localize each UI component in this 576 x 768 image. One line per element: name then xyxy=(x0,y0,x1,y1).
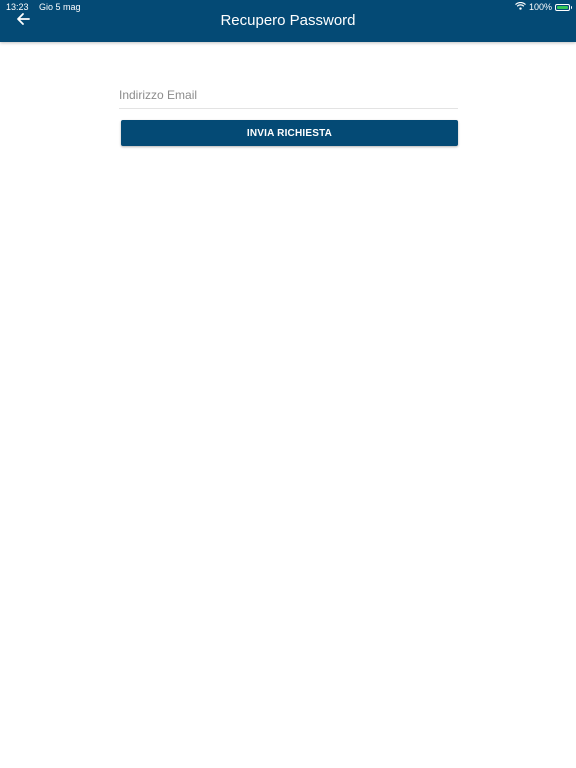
status-date: Gio 5 mag xyxy=(39,2,81,12)
battery-icon xyxy=(555,3,572,11)
app-root: 13:23 Gio 5 mag 100% Recupero Password I… xyxy=(0,0,576,768)
app-header: 13:23 Gio 5 mag 100% Recupero Password xyxy=(0,0,576,42)
email-field[interactable] xyxy=(119,82,458,109)
battery-level-fill xyxy=(557,5,568,9)
submit-request-button[interactable]: INVIA RICHIESTA xyxy=(121,120,458,146)
page-title: Recupero Password xyxy=(220,12,356,29)
